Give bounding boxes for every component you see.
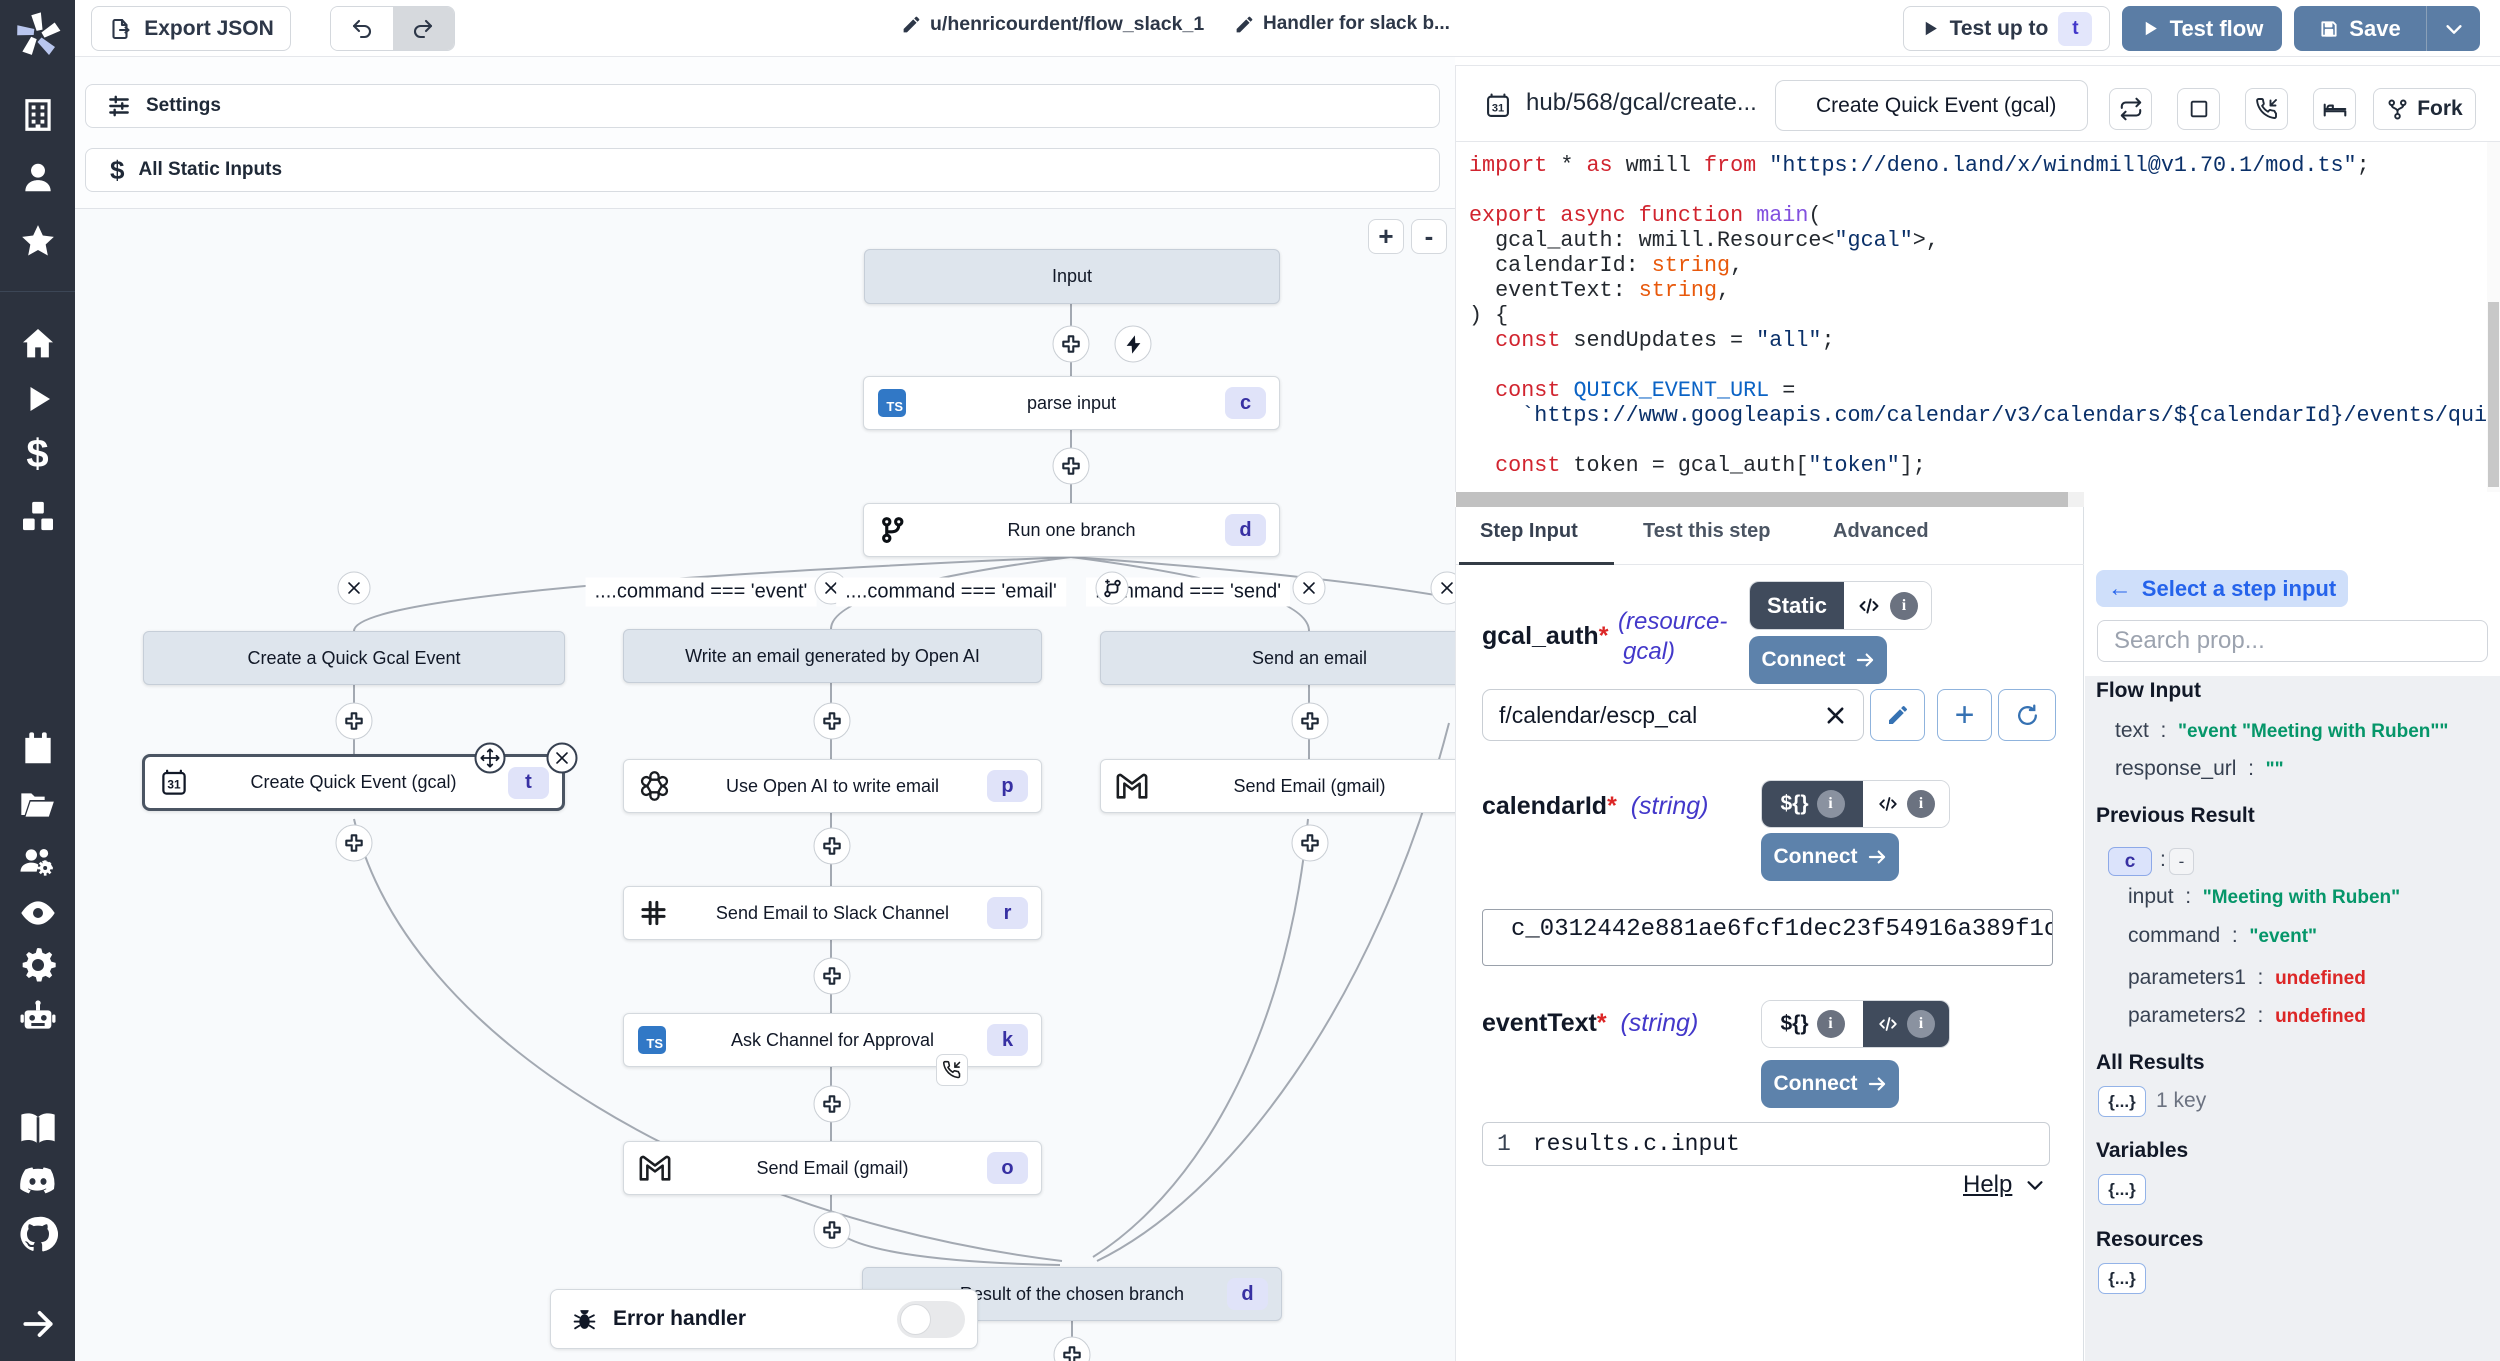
svg-text:31: 31 (1492, 102, 1504, 114)
